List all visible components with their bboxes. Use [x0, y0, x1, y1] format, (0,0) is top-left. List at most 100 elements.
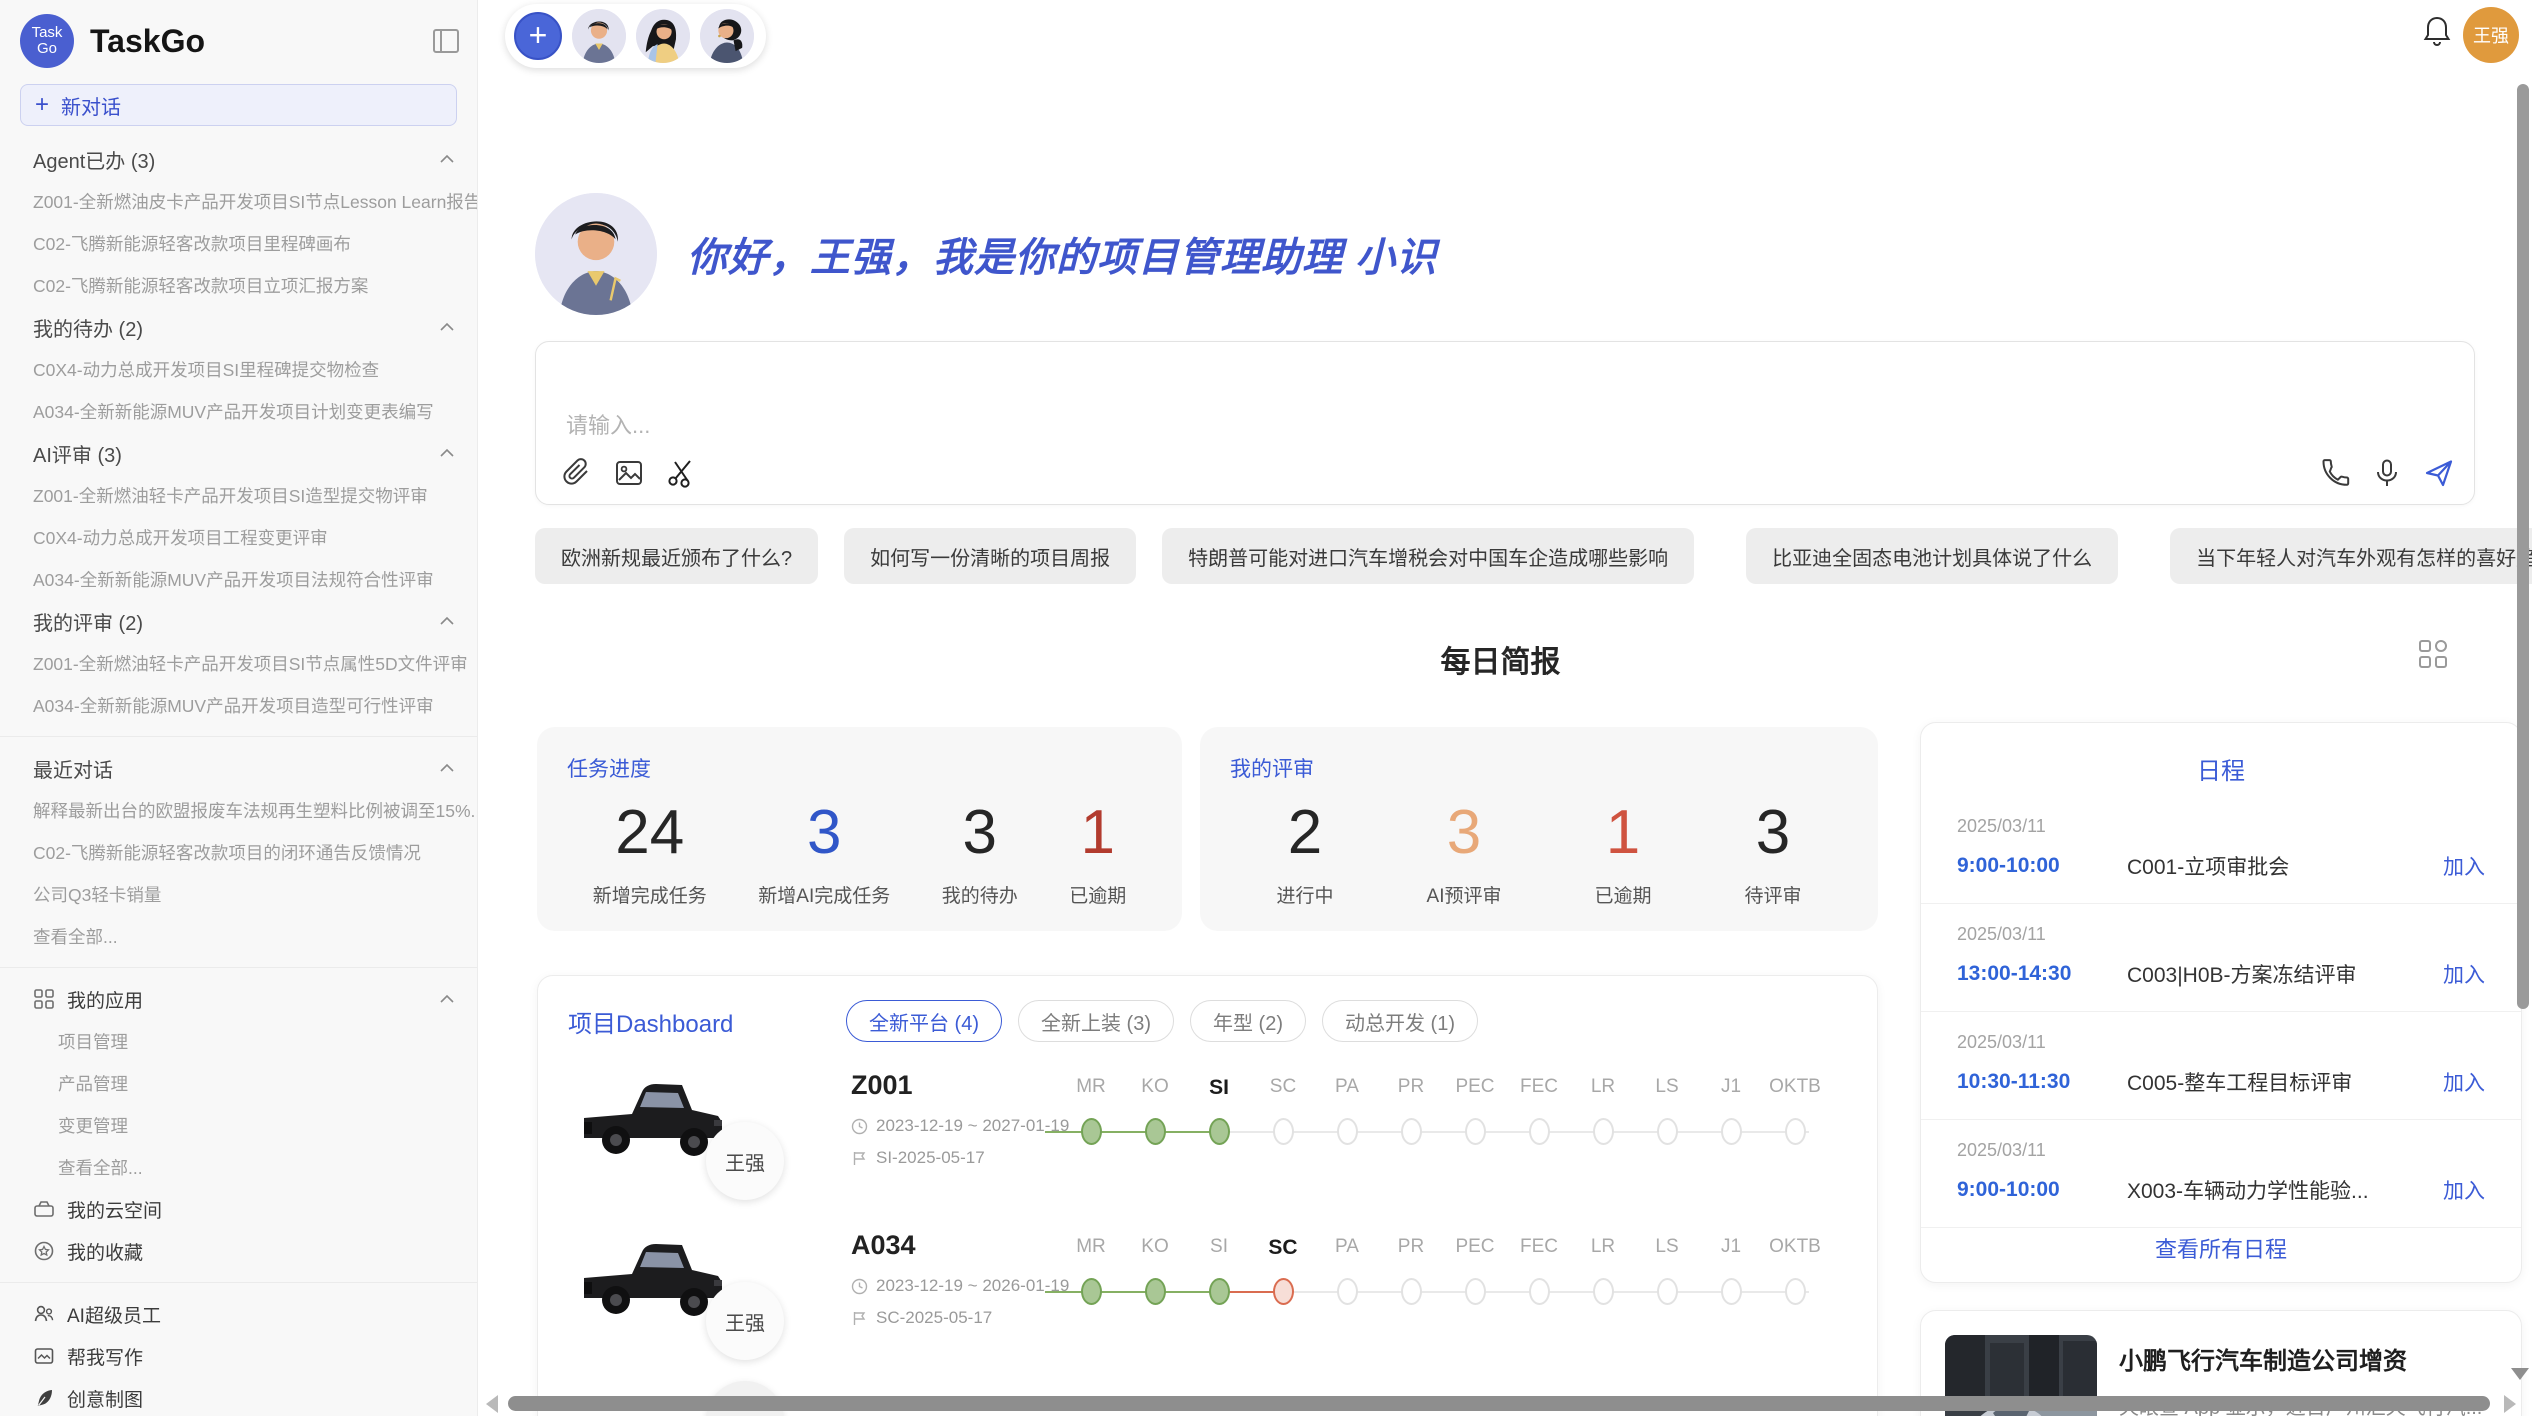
section-title: 我的应用 — [67, 986, 431, 1013]
sidebar-item-label: 我的收藏 — [67, 1238, 143, 1265]
greeting-block: 你好，王强，我是你的项目管理助理 小识 — [535, 193, 1437, 315]
chat-input-box[interactable]: 请输入... — [535, 341, 2475, 505]
milestone-label: LS — [1635, 1076, 1699, 1100]
sidebar-item-product-mgmt[interactable]: 产品管理 — [0, 1062, 477, 1104]
join-link[interactable]: 加入 — [2443, 1067, 2485, 1097]
user-avatar[interactable]: 王强 — [2463, 7, 2519, 63]
milestone-label: PEC — [1443, 1236, 1507, 1260]
divider — [0, 1282, 477, 1283]
view-all-schedule-link[interactable]: 查看所有日程 — [1921, 1232, 2521, 1264]
view-all-chats[interactable]: 查看全部... — [0, 915, 477, 957]
tab-new-body[interactable]: 全新上装 (3) — [1018, 1000, 1174, 1042]
section-my-apps[interactable]: 我的应用 — [0, 978, 477, 1020]
tab-new-platform[interactable]: 全新平台 (4) — [846, 1000, 1002, 1042]
suggestion-chip[interactable]: 特朗普可能对进口汽车增税会对中国车企造成哪些影响 — [1162, 528, 1694, 584]
screenshot-scissors-icon[interactable] — [666, 458, 696, 488]
suggestion-chip[interactable]: 欧洲新规最近颁布了什么? — [535, 528, 818, 584]
milestone-labels: MR KO SI SC PA PR PEC FEC LR LS J1 OKTB — [1059, 1076, 1827, 1100]
section-agent-done[interactable]: Agent已办 (3) — [0, 138, 477, 180]
sidebar-collapse-icon[interactable] — [433, 29, 459, 53]
suggestion-chip[interactable]: 如何写一份清晰的项目周报 — [844, 528, 1136, 584]
list-item[interactable]: C0X4-动力总成开发项目SI里程碑提交物检查 — [0, 348, 477, 390]
view-all-apps[interactable]: 查看全部... — [0, 1146, 477, 1188]
microphone-icon[interactable] — [2372, 458, 2402, 488]
voice-call-icon[interactable] — [2320, 458, 2350, 488]
section-my-todo[interactable]: 我的待办 (2) — [0, 306, 477, 348]
sidebar-item-project-mgmt[interactable]: 项目管理 — [0, 1020, 477, 1062]
image-upload-icon[interactable] — [614, 458, 644, 488]
send-icon[interactable] — [2424, 458, 2454, 488]
milestone-label-current: SC — [1251, 1236, 1315, 1260]
join-link[interactable]: 加入 — [2443, 1175, 2485, 1205]
tab-model-year[interactable]: 年型 (2) — [1190, 1000, 1306, 1042]
list-item[interactable]: 公司Q3轻卡销量 — [0, 873, 477, 915]
list-item[interactable]: A034-全新新能源MUV产品开发项目造型可行性评审 — [0, 684, 477, 726]
list-item[interactable]: Z001-全新燃油轻卡产品开发项目SI节点属性5D文件评审 — [0, 642, 477, 684]
milestone-dot-pending — [1529, 1278, 1550, 1305]
sidebar-item-label: 创意制图 — [67, 1385, 143, 1412]
schedule-panel: 日程 2025/03/11 9:00-10:00 C001-立项审批会 加入 2… — [1920, 722, 2522, 1283]
list-item[interactable]: C02-飞腾新能源轻客改款项目的闭环通告反馈情况 — [0, 831, 477, 873]
join-link[interactable]: 加入 — [2443, 851, 2485, 881]
list-item[interactable]: Z001-全新燃油皮卡产品开发项目SI节点Lesson Learn报告 — [0, 180, 477, 222]
section-title: 我的评审 (2) — [33, 607, 143, 636]
chevron-up-icon — [439, 616, 455, 626]
milestone-dot-current — [1209, 1118, 1230, 1145]
project-row-z001[interactable]: 王强 Z001 2023-12-19 ~ 2027-01-19 SI-2025-… — [538, 1054, 1877, 1219]
section-ai-review[interactable]: AI评审 (3) — [0, 432, 477, 474]
scroll-left-arrow-icon[interactable] — [486, 1395, 498, 1413]
section-my-review[interactable]: 我的评审 (2) — [0, 600, 477, 642]
list-item[interactable]: Z001-全新燃油轻卡产品开发项目SI造型提交物评审 — [0, 474, 477, 516]
sidebar-item-change-mgmt[interactable]: 变更管理 — [0, 1104, 477, 1146]
chevron-up-icon — [439, 322, 455, 332]
project-row-a034[interactable]: 王强 A034 2023-12-19 ~ 2026-01-19 SC-2025-… — [538, 1214, 1877, 1379]
horizontal-scrollbar[interactable] — [508, 1396, 2490, 1411]
list-item[interactable]: A034-全新新能源MUV产品开发项目法规符合性评审 — [0, 558, 477, 600]
sidebar-item-favorites[interactable]: 我的收藏 — [0, 1230, 477, 1272]
scroll-down-arrow-icon[interactable] — [2511, 1368, 2529, 1380]
project-milestone-flag: SI-2025-05-17 — [876, 1148, 985, 1168]
event-date: 2025/03/11 — [1957, 924, 2485, 945]
join-link[interactable]: 加入 — [2443, 959, 2485, 989]
milestone-dot-pending — [1721, 1278, 1742, 1305]
list-item[interactable]: 解释最新出台的欧盟报废车法规再生塑料比例被调至15%... — [0, 789, 477, 831]
assistant-avatar-male[interactable] — [572, 9, 626, 63]
stat-label: 已逾期 — [1069, 881, 1126, 908]
schedule-event: 2025/03/11 13:00-14:30 C003|H0B-方案冻结评审 加… — [1921, 904, 2521, 1012]
vertical-scrollbar[interactable] — [2517, 84, 2529, 1009]
suggestion-chip[interactable]: 比亚迪全固态电池计划具体说了什么 — [1746, 528, 2118, 584]
scroll-right-arrow-icon[interactable] — [2504, 1395, 2516, 1413]
milestone-dot-overdue — [1273, 1278, 1294, 1305]
list-item[interactable]: A034-全新新能源MUV产品开发项目计划变更表编写 — [0, 390, 477, 432]
sidebar-item-help-me-write[interactable]: 帮我写作 — [0, 1335, 477, 1377]
new-chat-button[interactable]: + 新对话 — [20, 84, 457, 126]
sidebar-item-ai-super-staff[interactable]: AI超级员工 — [0, 1293, 477, 1335]
layout-grid-icon[interactable] — [2416, 637, 2450, 671]
card-title: 我的评审 — [1230, 753, 1848, 783]
milestone-label: PA — [1315, 1236, 1379, 1260]
list-item[interactable]: C02-飞腾新能源轻客改款项目里程碑画布 — [0, 222, 477, 264]
section-recent-chats[interactable]: 最近对话 — [0, 747, 477, 789]
suggestion-chip[interactable]: 当下年轻人对汽车外观有怎样的喜好趋势 — [2170, 528, 2532, 584]
milestone-dot-done — [1145, 1278, 1166, 1305]
sidebar-item-creative-drawing[interactable]: 创意制图 — [0, 1377, 477, 1416]
list-item[interactable]: C0X4-动力总成开发项目工程变更评审 — [0, 516, 477, 558]
stat-my-todo: 3 我的待办 — [942, 797, 1018, 908]
milestone-label: LS — [1635, 1236, 1699, 1260]
attach-file-icon[interactable] — [562, 458, 592, 488]
project-milestone-flag: SC-2025-05-17 — [876, 1308, 992, 1328]
tab-powertrain[interactable]: 动总开发 (1) — [1322, 1000, 1478, 1042]
assistant-avatar-female-long-hair[interactable] — [636, 9, 690, 63]
clock-icon — [851, 1118, 868, 1135]
app-title: TaskGo — [90, 23, 433, 60]
notification-bell-icon[interactable] — [2421, 14, 2453, 48]
milestone-dot-pending — [1529, 1118, 1550, 1145]
stat-label: 新增完成任务 — [593, 881, 707, 908]
assistant-avatar-female-short-hair[interactable] — [700, 9, 754, 63]
list-item[interactable]: C02-飞腾新能源轻客改款项目立项汇报方案 — [0, 264, 477, 306]
add-session-button[interactable]: + — [514, 12, 562, 60]
milestone-dot-pending — [1657, 1118, 1678, 1145]
sidebar-item-cloud-space[interactable]: 我的云空间 — [0, 1188, 477, 1230]
divider — [0, 736, 477, 737]
stat-label: 我的待办 — [942, 881, 1018, 908]
